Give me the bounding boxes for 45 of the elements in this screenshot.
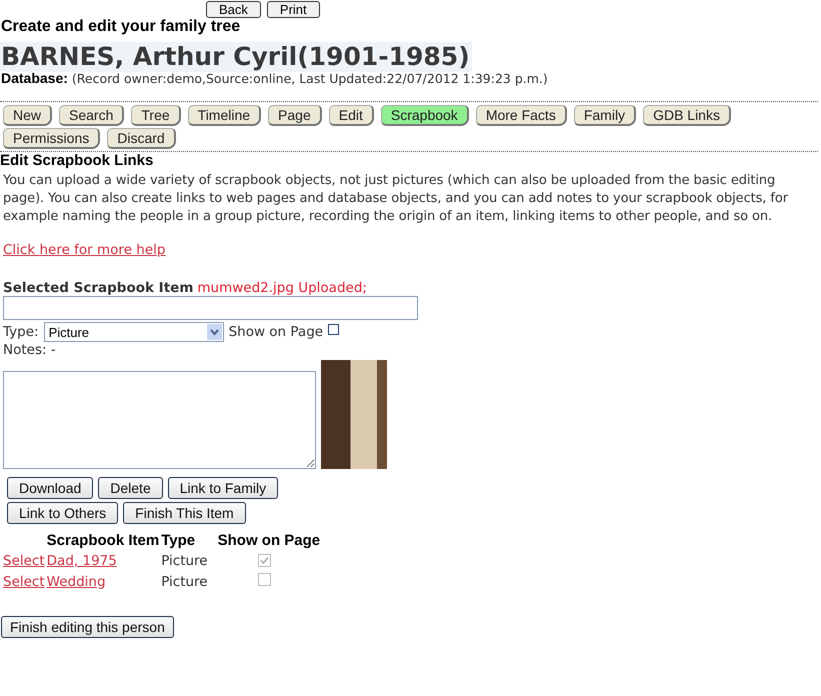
tab[interactable]: Timeline — [188, 105, 262, 126]
select-link[interactable]: Select — [3, 574, 45, 590]
action-button[interactable]: Link to Others — [7, 502, 118, 524]
notes-label: Notes: - — [3, 342, 57, 358]
table-cell: Picture — [161, 574, 208, 590]
database-info: (Record owner:demo,Source:online, Last Updated:22/07/2012 1:39:23 p.m.) — [72, 71, 548, 86]
action-button[interactable]: Download — [7, 477, 94, 499]
tab[interactable]: GDB Links — [643, 105, 731, 126]
notes-textarea[interactable] — [3, 371, 316, 469]
column-header: Scrapbook Item — [46, 532, 160, 551]
tab[interactable]: Page — [268, 105, 322, 126]
table-cell: Picture — [161, 553, 208, 569]
database-label: Database: — [1, 70, 68, 86]
selected-item-label: Selected Scrapbook Item — [3, 280, 194, 296]
help-link[interactable]: Click here for more help — [3, 242, 166, 258]
action-button[interactable]: Delete — [98, 477, 163, 499]
show-on-page-checkbox[interactable] — [328, 324, 340, 335]
intro-text: You can upload a wide variety of scrapbook objects, not just pictures (which can also be uploaded from the basic editing page). You can also create links to web pages and database objects, and you can add notes to your scrapbook objects, for example naming the people in a group picture, recording the origin of an item, linking items to other people, and so on. — [3, 172, 790, 226]
tab[interactable]: Family — [574, 105, 636, 126]
item-link[interactable]: Wedding — [46, 574, 106, 590]
page-heading: Create and edit your family tree — [1, 18, 242, 36]
top-button[interactable]: Print — [266, 1, 320, 18]
item-link[interactable]: Dad, 1975 — [46, 553, 117, 569]
tab[interactable]: Discard — [107, 128, 176, 149]
section-title: Edit Scrapbook Links — [0, 152, 154, 170]
person-name: BARNES, Arthur Cyril(1901-1985) — [0, 42, 472, 72]
tab[interactable]: Tree — [131, 105, 181, 126]
top-button[interactable]: Back — [206, 1, 261, 18]
select-link[interactable]: Select — [3, 553, 45, 569]
type-dropdown[interactable]: Picture — [44, 322, 224, 342]
input-field[interactable] — [3, 296, 418, 320]
action-button[interactable]: Link to Family — [168, 477, 278, 499]
type-label: Type: — [3, 324, 39, 340]
tab[interactable]: New — [3, 105, 52, 126]
finish-button[interactable]: Finish editing this person — [1, 616, 174, 638]
tab[interactable]: More Facts — [476, 105, 567, 126]
tab[interactable]: Edit — [328, 105, 374, 126]
tab[interactable]: Search — [59, 105, 124, 126]
upload-status: mumwed2.jpg Uploaded; — [197, 280, 367, 296]
tab[interactable]: Scrapbook — [380, 105, 469, 126]
column-header: Show on Page — [216, 532, 322, 551]
tab[interactable]: Permissions — [3, 128, 100, 149]
column-header: Type — [161, 532, 196, 551]
action-button[interactable]: Finish This Item — [123, 502, 246, 524]
show-on-page-label: Show on Page — [228, 324, 324, 340]
